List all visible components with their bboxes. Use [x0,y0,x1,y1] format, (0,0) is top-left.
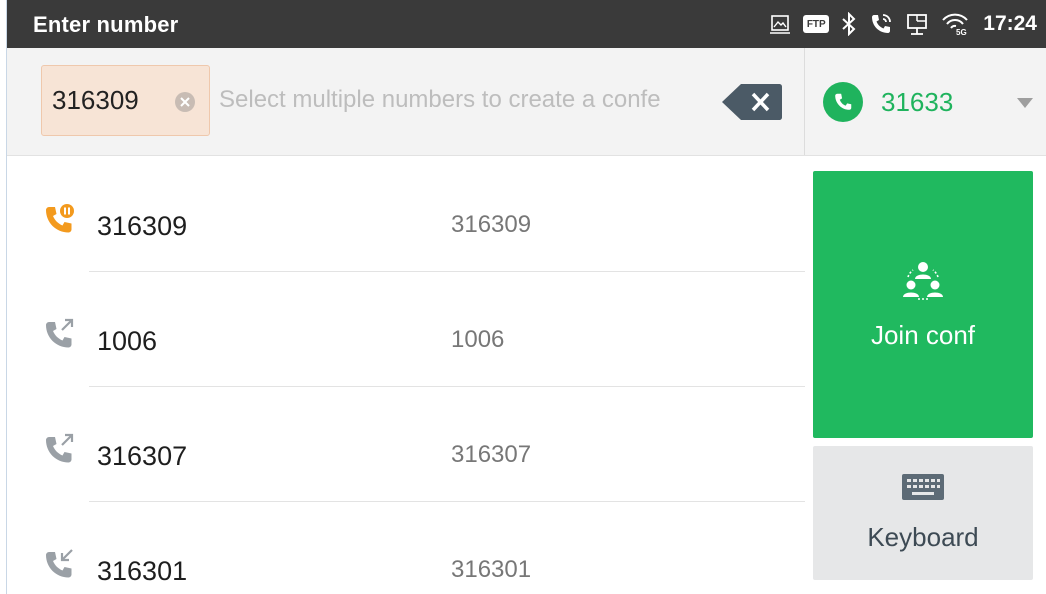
contact-number: 316309 [451,211,532,238]
contact-number: 316301 [451,556,532,583]
list-item[interactable]: 1006 1006 [7,272,805,387]
account-number: 31633 [881,86,954,117]
status-icons: FTP 5G 17:24 [769,8,1037,40]
list-item[interactable]: 316307 316307 [7,387,805,502]
backspace-icon[interactable] [721,82,783,122]
bluetooth-icon [841,12,857,36]
status-bar: Enter number FTP 5G 17:24 [7,0,1046,48]
contact-number: 316307 [451,441,532,468]
wifi-5g-icon: 5G [941,12,969,36]
ftp-icon: FTP [803,15,830,33]
screenshot-icon [769,13,791,35]
screen-title: Enter number [33,12,179,37]
number-search-input[interactable]: Select multiple numbers to create a conf… [219,86,707,114]
outgoing-call-icon [43,316,79,352]
phone-account-icon [823,82,863,122]
selected-number-chip[interactable]: 316309 [41,65,210,136]
call-hold-icon [43,201,79,237]
incoming-call-icon [43,546,79,582]
chevron-down-icon[interactable] [1017,98,1033,108]
number-input-bar: 316309 Select multiple numbers to create… [7,48,1046,156]
keyboard-button[interactable]: Keyboard [813,446,1033,580]
clock: 17:24 [983,12,1037,35]
contact-name: 316307 [97,441,188,471]
keyboard-icon [901,473,945,506]
svg-text:5G: 5G [956,28,967,36]
list-item[interactable]: 316309 316309 [7,157,805,272]
join-conf-button[interactable]: Join conf [813,171,1033,438]
account-selector[interactable]: 31633 [823,80,1033,124]
list-item[interactable]: 316301 316301 [7,502,805,594]
contact-number: 1006 [451,326,505,353]
chip-label: 316309 [52,85,139,115]
contact-name: 316301 [97,556,188,586]
conference-icon [899,259,947,306]
chip-remove-icon[interactable] [175,92,195,112]
vertical-divider [804,48,805,155]
outgoing-call-icon [43,431,79,467]
contact-name: 316309 [97,211,188,241]
app-frame: Enter number FTP 5G 17:24 316309 Select … [6,0,1046,594]
contact-name: 1006 [97,326,158,356]
network-icon [905,12,929,36]
call-history-list: 316309 316309 1006 1006 316307 316307 31… [7,157,805,594]
join-conf-label: Join conf [870,319,976,350]
call-icon [869,12,893,36]
keyboard-label: Keyboard [867,522,979,552]
